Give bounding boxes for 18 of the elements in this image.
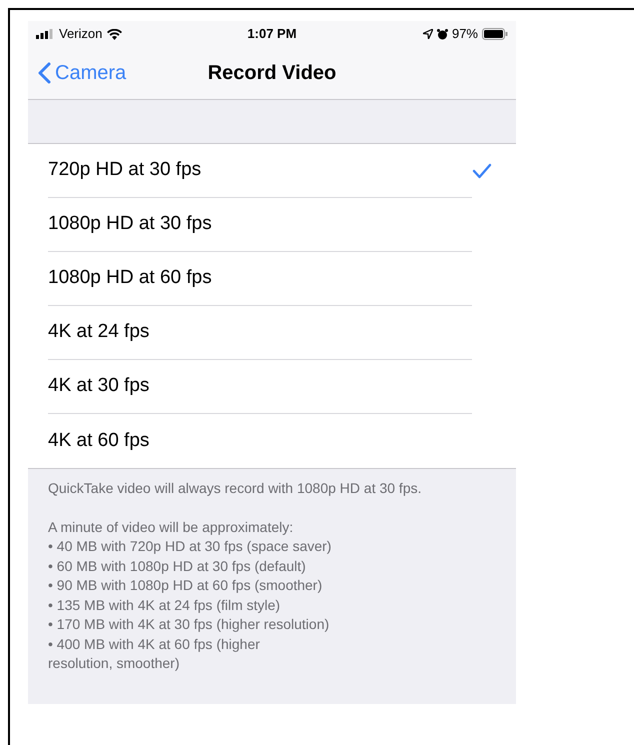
clock-time: 1:07 PM bbox=[246, 25, 298, 44]
battery-icon bbox=[482, 28, 508, 40]
alarm-clock-icon bbox=[436, 28, 448, 40]
wifi-icon bbox=[107, 28, 122, 40]
chevron-left-icon bbox=[38, 62, 51, 84]
carrier-name: Verizon bbox=[59, 25, 102, 44]
size-intro: A minute of video will be approximately: bbox=[48, 518, 294, 537]
size-bullet: • 90 MB with 1080p HD at 60 fps (smoother) bbox=[48, 576, 324, 595]
size-bullet: • 40 MB with 720p HD at 30 fps (space saver) bbox=[48, 537, 332, 556]
size-bullet: • 170 MB with 4K at 30 fps (higher resolution) bbox=[48, 615, 330, 634]
location-arrow-icon bbox=[422, 29, 433, 39]
size-bullet: • 135 MB with 4K at 24 fps (film style) bbox=[48, 596, 282, 615]
quicktake-note: QuickTake video will always record with 1080p HD at 30 fps. bbox=[48, 479, 423, 498]
screen-title: Record Video bbox=[208, 61, 336, 86]
size-bullet: • 60 MB with 1080p HD at 30 fps (default) bbox=[48, 556, 307, 576]
size-bullet: • 400 MB with 4K at 60 fps (higher resolution, smoother) bbox=[48, 634, 261, 673]
signal-icon bbox=[36, 29, 54, 39]
battery-percent: 97% bbox=[452, 25, 478, 44]
